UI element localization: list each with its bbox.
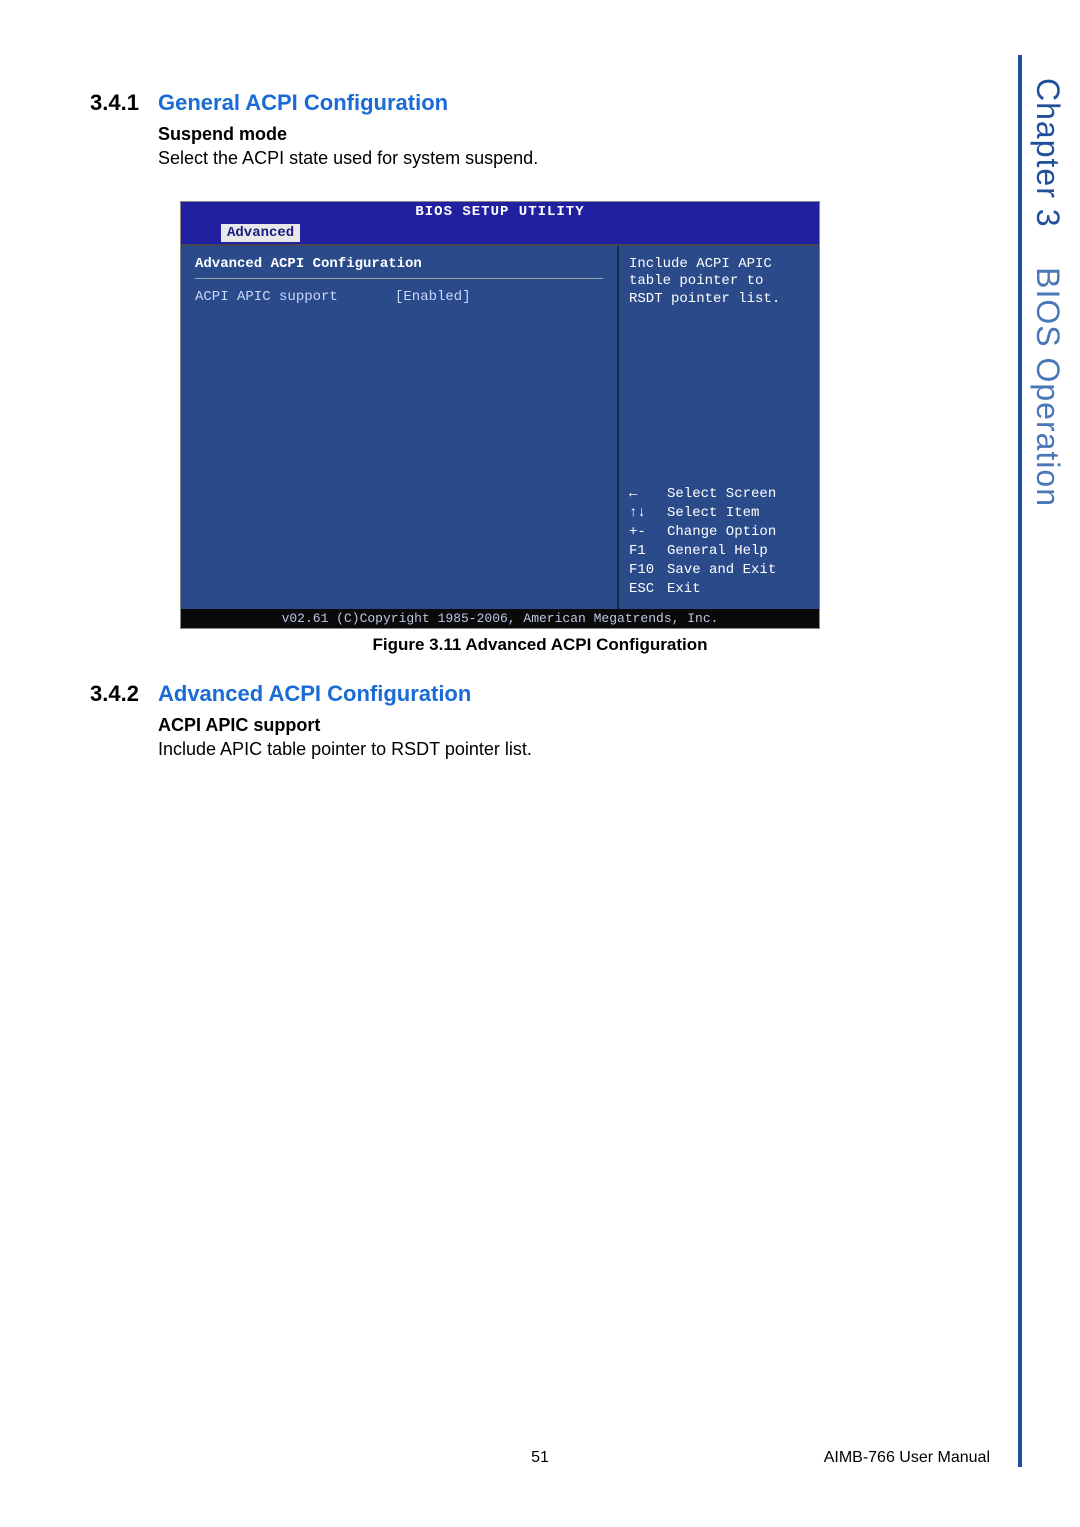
bios-help-line: Include ACPI APIC (629, 256, 809, 274)
bios-key-label: Select Screen (667, 486, 776, 502)
bios-help-text: Include ACPI APIC table pointer to RSDT … (629, 256, 809, 309)
suspend-mode-label: Suspend mode (158, 122, 990, 146)
plusminus-icon: +- (629, 523, 667, 542)
bios-footer: v02.61 (C)Copyright 1985-2006, American … (181, 609, 819, 628)
bios-key-row: +-Change Option (629, 523, 809, 542)
bios-key-label: Exit (667, 581, 701, 597)
bios-key-label: Save and Exit (667, 562, 776, 578)
bios-key-row: F10Save and Exit (629, 561, 809, 580)
section-number: 3.4.2 (90, 681, 158, 707)
side-chapter: Chapter 3 (1030, 78, 1066, 228)
bios-option-label: ACPI APIC support (195, 289, 395, 305)
arrows-updown-icon: ↑↓ (629, 504, 667, 523)
f1-key: F1 (629, 542, 667, 561)
bios-titlebar: BIOS SETUP UTILITY (181, 202, 819, 222)
page: Chapter 3 BIOS Operation 3.4.1 General A… (0, 0, 1080, 1527)
side-tab-label: Chapter 3 BIOS Operation (1029, 78, 1066, 507)
f10-key: F10 (629, 561, 667, 580)
esc-key: ESC (629, 580, 667, 599)
bios-tab-advanced[interactable]: Advanced (221, 224, 300, 242)
bios-divider (195, 278, 603, 279)
section-2-body: ACPI APIC support Include APIC table poi… (158, 713, 990, 762)
bios-key-label: General Help (667, 543, 768, 559)
page-footer: 51 AIMB-766 User Manual (90, 1449, 990, 1467)
bios-panel-heading: Advanced ACPI Configuration (195, 256, 603, 272)
bios-key-row: ←Select Screen (629, 485, 809, 504)
side-title: BIOS Operation (1030, 267, 1066, 507)
bios-help-line: table pointer to (629, 273, 809, 291)
bios-option-value[interactable]: [Enabled] (395, 289, 471, 305)
acpi-apic-label: ACPI APIC support (158, 713, 990, 737)
section-heading-2: 3.4.2 Advanced ACPI Configuration (90, 681, 990, 707)
section-1-body: Suspend mode Select the ACPI state used … (158, 122, 990, 171)
bios-option-row[interactable]: ACPI APIC support [Enabled] (195, 289, 603, 305)
acpi-apic-desc: Include APIC table pointer to RSDT point… (158, 737, 990, 761)
bios-screenshot: BIOS SETUP UTILITY Advanced Advanced ACP… (180, 201, 820, 629)
bios-key-label: Change Option (667, 524, 776, 540)
arrow-left-icon: ← (629, 485, 667, 504)
bios-tab-bar: Advanced (181, 222, 819, 244)
section-title: General ACPI Configuration (158, 90, 448, 116)
bios-right-pane: Include ACPI APIC table pointer to RSDT … (619, 246, 819, 609)
bios-key-legend: ←Select Screen ↑↓Select Item +-Change Op… (629, 485, 809, 598)
side-tab-rule (1018, 55, 1022, 1467)
bios-help-line: RSDT pointer list. (629, 291, 809, 309)
section-title: Advanced ACPI Configuration (158, 681, 471, 707)
bios-body: Advanced ACPI Configuration ACPI APIC su… (181, 244, 819, 609)
bios-key-row: F1General Help (629, 542, 809, 561)
bios-left-pane: Advanced ACPI Configuration ACPI APIC su… (181, 246, 619, 609)
bios-key-row: ↑↓Select Item (629, 504, 809, 523)
page-number: 51 (390, 1449, 690, 1467)
doc-title: AIMB-766 User Manual (690, 1449, 990, 1467)
figure-caption: Figure 3.11 Advanced ACPI Configuration (90, 635, 990, 655)
bios-key-row: ESCExit (629, 580, 809, 599)
section-number: 3.4.1 (90, 90, 158, 116)
suspend-mode-desc: Select the ACPI state used for system su… (158, 146, 990, 170)
section-heading-1: 3.4.1 General ACPI Configuration (90, 90, 990, 116)
bios-key-label: Select Item (667, 505, 759, 521)
